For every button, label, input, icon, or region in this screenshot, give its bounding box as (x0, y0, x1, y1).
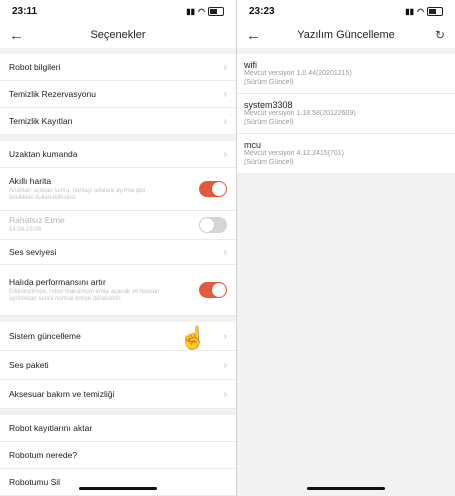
version-current: Mevcut versiyon 1.18.58(20122609) (244, 110, 356, 117)
menu-accessory-care[interactable]: Aksesuar bakım ve temizliği › (0, 380, 236, 409)
chevron-right-icon: › (223, 148, 227, 160)
menu-voice-pack[interactable]: Ses paketi › (0, 351, 236, 380)
status-icons: ▮▮ ◠ (186, 6, 224, 16)
menu-remote-control[interactable]: Uzaktan kumanda › (0, 141, 236, 168)
status-bar: 23:11 ▮▮ ◠ (0, 0, 236, 22)
page-title: Seçenekler (90, 29, 146, 41)
menu-label: Robot bilgileri (9, 62, 61, 72)
menu-cleaning-reservation[interactable]: Temizlik Rezervasyonu › (0, 81, 236, 108)
version-current: Mevcut versiyon 4.12.2415(701) (244, 150, 344, 157)
carpet-boost-toggle[interactable] (199, 282, 227, 298)
menu-label: Robotum nerede? (9, 450, 78, 460)
setting-description: Anahtarı açıktan sonra, haritayı odalara… (9, 187, 146, 202)
version-current: Mevcut versiyon 1.0.44(20201215) (244, 70, 352, 77)
menu-label: Ses paketi (9, 360, 49, 370)
smart-map-toggle[interactable] (199, 181, 227, 197)
home-indicator (307, 487, 385, 490)
menu-label: Sistem güncelleme (9, 331, 81, 341)
menu-label: Robotumu Sil (9, 477, 61, 487)
page-title: Yazılım Güncelleme (297, 29, 395, 41)
setting-label: Rahatsız Etme (9, 215, 65, 226)
menu-volume[interactable]: Ses seviyesi › (0, 240, 236, 265)
menu-label: Uzaktan kumanda (9, 149, 78, 159)
status-time: 23:11 (12, 5, 38, 17)
back-arrow-icon[interactable]: ← (9, 27, 24, 44)
menu-label: Aksesuar bakım ve temizliği (9, 389, 115, 399)
version-name: system3308 (244, 100, 293, 110)
setting-description: Etkinleştirince, robot maksimum emişi aç… (9, 288, 160, 303)
setting-label: Akıllı harita (9, 175, 52, 186)
signal-icon: ▮▮ (186, 6, 196, 16)
status-bar: 23:23 ▮▮ ◠ (237, 0, 455, 22)
status-icons: ▮▮ ◠ (405, 6, 443, 16)
options-screen: 23:11 ▮▮ ◠ ← Seçenekler Robot bilgileri … (0, 0, 237, 496)
menu-label: Ses seviyesi (9, 247, 57, 257)
chevron-right-icon: › (223, 88, 227, 100)
menu-label: Robot kayıtlarını aktar (9, 423, 93, 433)
chevron-right-icon: › (223, 115, 227, 127)
chevron-right-icon: › (223, 330, 227, 342)
menu-label: Temizlik Rezervasyonu (9, 89, 96, 99)
setting-carpet-boost: Halıda performansını artır Etkinleştirin… (0, 265, 236, 316)
chevron-right-icon: › (223, 388, 227, 400)
home-indicator (79, 487, 157, 490)
battery-icon (208, 6, 224, 16)
software-update-screen: 23:23 ▮▮ ◠ ← Yazılım Güncelleme ↻ wifi M… (237, 0, 455, 496)
version-item-mcu: mcu Mevcut versiyon 4.12.2415(701) (Sürü… (237, 134, 455, 174)
wifi-icon: ◠ (198, 6, 205, 16)
dnd-toggle[interactable] (199, 217, 227, 233)
setting-do-not-disturb: Rahatsız Etme 14:58-15:06 (0, 211, 236, 240)
version-name: mcu (244, 140, 262, 150)
chevron-right-icon: › (223, 246, 227, 258)
version-status: (Sürüm Güncel) (244, 118, 294, 126)
chevron-right-icon: › (223, 359, 227, 371)
battery-icon (427, 6, 443, 16)
setting-label: Halıda performansını artır (9, 276, 106, 287)
signal-icon: ▮▮ (405, 6, 415, 16)
menu-label: Temizlik Kayıtları (9, 116, 73, 126)
nav-bar: ← Seçenekler (0, 22, 236, 48)
menu-where-robot[interactable]: Robotum nerede? (0, 442, 236, 469)
back-arrow-icon[interactable]: ← (246, 27, 261, 44)
menu-robot-info[interactable]: Robot bilgileri › (0, 54, 236, 81)
tap-cursor-icon: ☝ (179, 325, 207, 350)
version-status: (Sürüm Güncel) (244, 158, 294, 166)
chevron-right-icon: › (223, 61, 227, 73)
dnd-time: 14:58-15:06 (9, 227, 42, 234)
wifi-icon: ◠ (417, 6, 424, 16)
refresh-icon[interactable]: ↻ (435, 28, 445, 42)
setting-smart-map: Akıllı harita Anahtarı açıktan sonra, ha… (0, 168, 236, 211)
nav-bar: ← Yazılım Güncelleme ↻ (237, 22, 455, 48)
version-item-system: system3308 Mevcut versiyon 1.18.58(20122… (237, 94, 455, 134)
menu-delete-robot[interactable]: Robotumu Sil (0, 469, 236, 496)
version-status: (Sürüm Güncel) (244, 78, 294, 86)
menu-transfer-logs[interactable]: Robot kayıtlarını aktar (0, 415, 236, 442)
menu-cleaning-records[interactable]: Temizlik Kayıtları › (0, 108, 236, 135)
version-item-wifi: wifi Mevcut versiyon 1.0.44(20201215) (S… (237, 54, 455, 94)
version-name: wifi (244, 60, 257, 70)
status-time: 23:23 (249, 5, 275, 17)
